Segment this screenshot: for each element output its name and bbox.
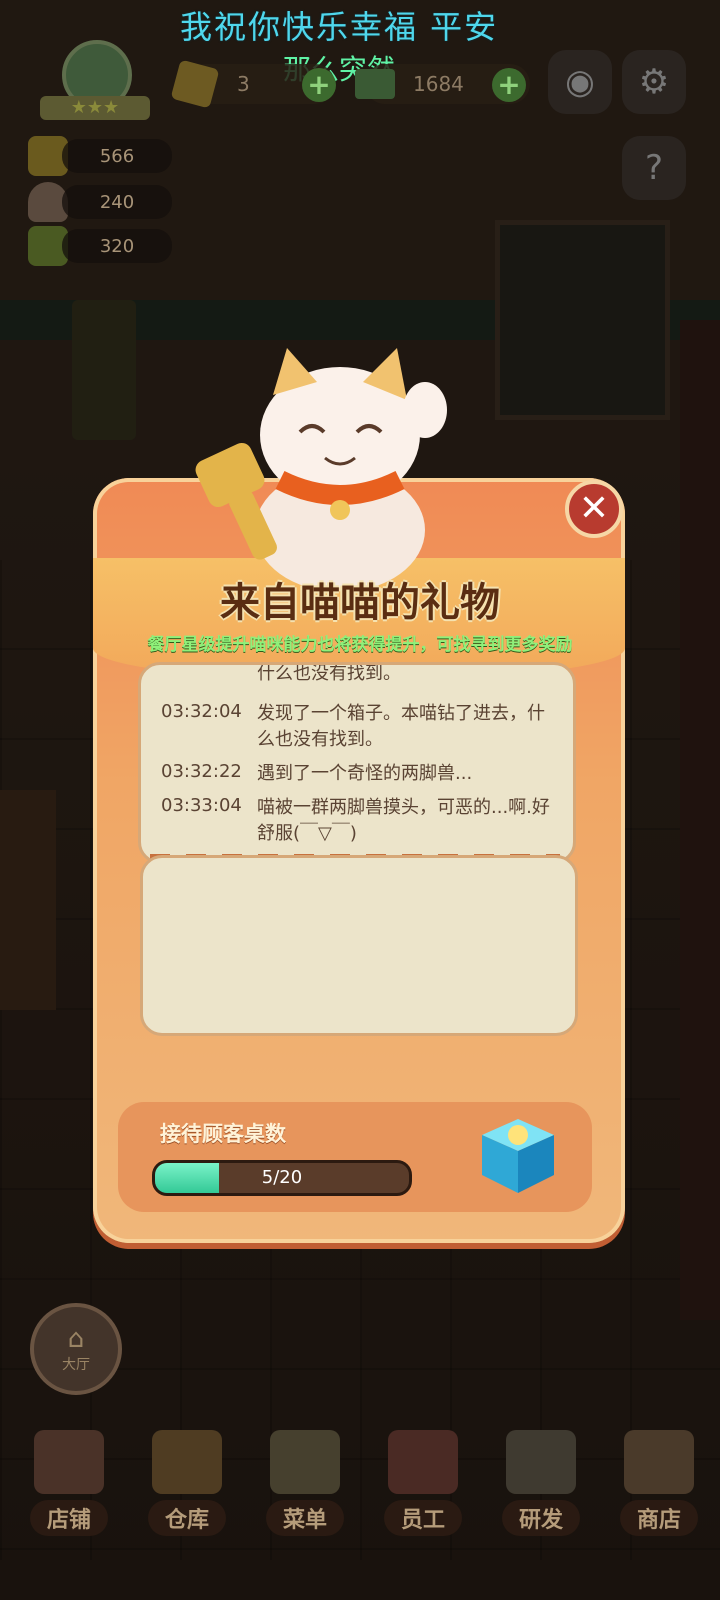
gear-icon: ⚙: [638, 62, 670, 102]
log-text: 遇到了一个奇怪的两脚兽...: [257, 763, 473, 784]
resource-food: 240: [28, 182, 172, 222]
nav-shop[interactable]: 店铺: [24, 1430, 114, 1540]
resource-food-value: 240: [62, 185, 172, 219]
pagoda-icon: ⌂: [67, 1324, 85, 1354]
cash-value: 1684: [413, 72, 464, 96]
menu-clipboard-icon: [270, 1430, 340, 1494]
overlay-caption-line1: 我祝你快乐幸福 平安: [180, 8, 499, 46]
add-gems-button[interactable]: +: [302, 68, 336, 102]
help-book-icon: ?: [644, 148, 664, 188]
cash-icon: [355, 69, 395, 99]
nav-label: 仓库: [148, 1500, 226, 1536]
resource-book-value: 320: [62, 229, 172, 263]
progress-bar: 5/20: [152, 1160, 412, 1196]
resource-gold: 566: [28, 136, 172, 176]
progress-text: 5/20: [261, 1167, 303, 1188]
gift-box-icon[interactable]: [478, 1113, 558, 1197]
exploration-log-panel[interactable]: 什么也没有找到。 03:32:04 发现了一个箱子。本喵钻了进去，什么也没有找到…: [138, 662, 576, 864]
add-cash-button[interactable]: +: [492, 68, 526, 102]
restaurant-level-badge[interactable]: ★★★: [40, 40, 150, 120]
modal-subtitle: 餐厅星级提升喵咪能力也将获得提升，可找寻到更多奖励: [147, 635, 573, 655]
gem-value: 3: [237, 72, 250, 96]
resource-gold-value: 566: [62, 139, 172, 173]
hall-button[interactable]: ⌂ 大厅: [30, 1303, 122, 1395]
nav-label: 菜单: [266, 1500, 344, 1536]
nav-label: 员工: [384, 1500, 462, 1536]
log-entry: 03:32:22 遇到了一个奇怪的两脚兽...: [161, 761, 561, 787]
nav-research[interactable]: 研发: [496, 1430, 586, 1540]
reward-area-panel: [140, 855, 578, 1036]
nav-menu[interactable]: 菜单: [260, 1430, 350, 1540]
guide-book-button[interactable]: ?: [622, 136, 686, 200]
bottom-navigation: 店铺 仓库 菜单 员工 研发 商店: [24, 1430, 704, 1540]
log-entry: 03:32:04 发现了一个箱子。本喵钻了进去，什么也没有找到。: [161, 701, 561, 753]
resource-book: 320: [28, 226, 172, 266]
close-icon: ✕: [578, 488, 610, 529]
nav-warehouse[interactable]: 仓库: [142, 1430, 232, 1540]
warehouse-boxes-icon: [152, 1430, 222, 1494]
log-time: 03:33:04: [161, 795, 242, 816]
camera-button[interactable]: ◉: [548, 50, 612, 114]
log-text: 什么也没有找到。: [257, 663, 401, 684]
nav-label: 研发: [502, 1500, 580, 1536]
nav-label: 店铺: [30, 1500, 108, 1536]
log-text: 喵被一群两脚兽摸头，可恶的...啊.好舒服(￣▽￣): [257, 797, 550, 844]
log-time: 03:32:04: [161, 701, 242, 722]
nav-store[interactable]: 商店: [614, 1430, 704, 1540]
store-stall-icon: [624, 1430, 694, 1494]
research-wok-icon: [506, 1430, 576, 1494]
hall-label: 大厅: [62, 1357, 90, 1373]
shop-building-icon: [34, 1430, 104, 1494]
log-entry: 03:33:04 喵被一群两脚兽摸头，可恶的...啊.好舒服(￣▽￣): [161, 795, 561, 847]
progress-label: 接待顾客桌数: [160, 1122, 286, 1146]
stars-ribbon-icon: ★★★: [40, 96, 150, 120]
camera-icon: ◉: [565, 62, 595, 102]
log-time: 03:32:22: [161, 761, 242, 782]
lucky-cat-illustration: [195, 340, 465, 592]
modal-title: 来自喵喵的礼物: [220, 580, 500, 626]
close-modal-button[interactable]: ✕: [565, 480, 623, 538]
log-time: [161, 665, 257, 687]
nav-label: 商店: [620, 1500, 698, 1536]
log-text: 发现了一个箱子。本喵钻了进去，什么也没有找到。: [257, 703, 545, 750]
log-entry: 什么也没有找到。: [161, 663, 561, 687]
settings-button[interactable]: ⚙: [622, 50, 686, 114]
nav-staff[interactable]: 员工: [378, 1430, 468, 1540]
staff-chef-icon: [388, 1430, 458, 1494]
